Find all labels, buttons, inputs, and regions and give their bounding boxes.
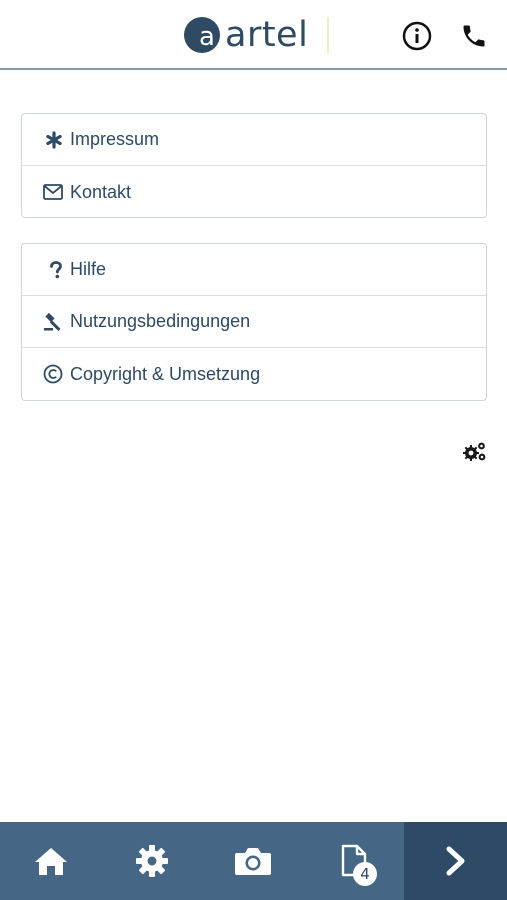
logo-text: artel (225, 15, 309, 55)
menu-item-label: Impressum (70, 129, 160, 149)
tab-next[interactable] (404, 822, 507, 900)
gears-icon[interactable] (462, 440, 488, 464)
menu-item-nutzungsbedingungen[interactable]: Nutzungsbedingungen (22, 296, 486, 348)
menu-card-info: Hilfe Nutzungsbedingungen Copyright & Um… (21, 243, 487, 401)
menu-item-hilfe[interactable]: Hilfe (22, 244, 486, 296)
artel-logo[interactable]: a artel (183, 15, 329, 55)
tab-home[interactable] (0, 822, 101, 900)
menu-item-label: Hilfe (70, 259, 107, 279)
tab-settings[interactable] (101, 822, 202, 900)
asterisk-icon (22, 130, 70, 149)
menu-item-label: Kontakt (70, 181, 132, 202)
menu-item-kontakt[interactable]: Kontakt (22, 166, 486, 217)
info-button[interactable] (401, 20, 433, 52)
envelope-icon (22, 184, 70, 200)
logo-letter: a (199, 22, 215, 52)
chevron-right-icon (446, 846, 464, 876)
documents-count-badge: 4 (353, 862, 377, 886)
menu-item-copyright[interactable]: Copyright & Umsetzung (22, 348, 486, 400)
tab-documents[interactable]: 4 (303, 822, 404, 900)
tab-camera[interactable] (202, 822, 303, 900)
phone-icon (463, 25, 485, 47)
phone-button[interactable] (458, 20, 490, 52)
logo-mark-icon: a (184, 17, 220, 53)
copyright-icon (22, 364, 70, 384)
camera-icon (234, 848, 271, 875)
question-icon (22, 260, 70, 279)
menu-item-label: Nutzungsbedingungen (70, 311, 251, 331)
bottom-tab-bar: 4 (0, 822, 507, 900)
gear-icon (135, 845, 168, 877)
home-icon (34, 848, 67, 875)
info-circle-icon (402, 21, 432, 51)
menu-card-legal: Impressum Kontakt (21, 113, 487, 218)
menu-item-label: Copyright & Umsetzung (70, 363, 261, 384)
app-header: a artel (0, 0, 507, 70)
menu-item-impressum[interactable]: Impressum (22, 114, 486, 166)
gavel-icon (22, 312, 70, 331)
logo-divider (327, 17, 329, 53)
